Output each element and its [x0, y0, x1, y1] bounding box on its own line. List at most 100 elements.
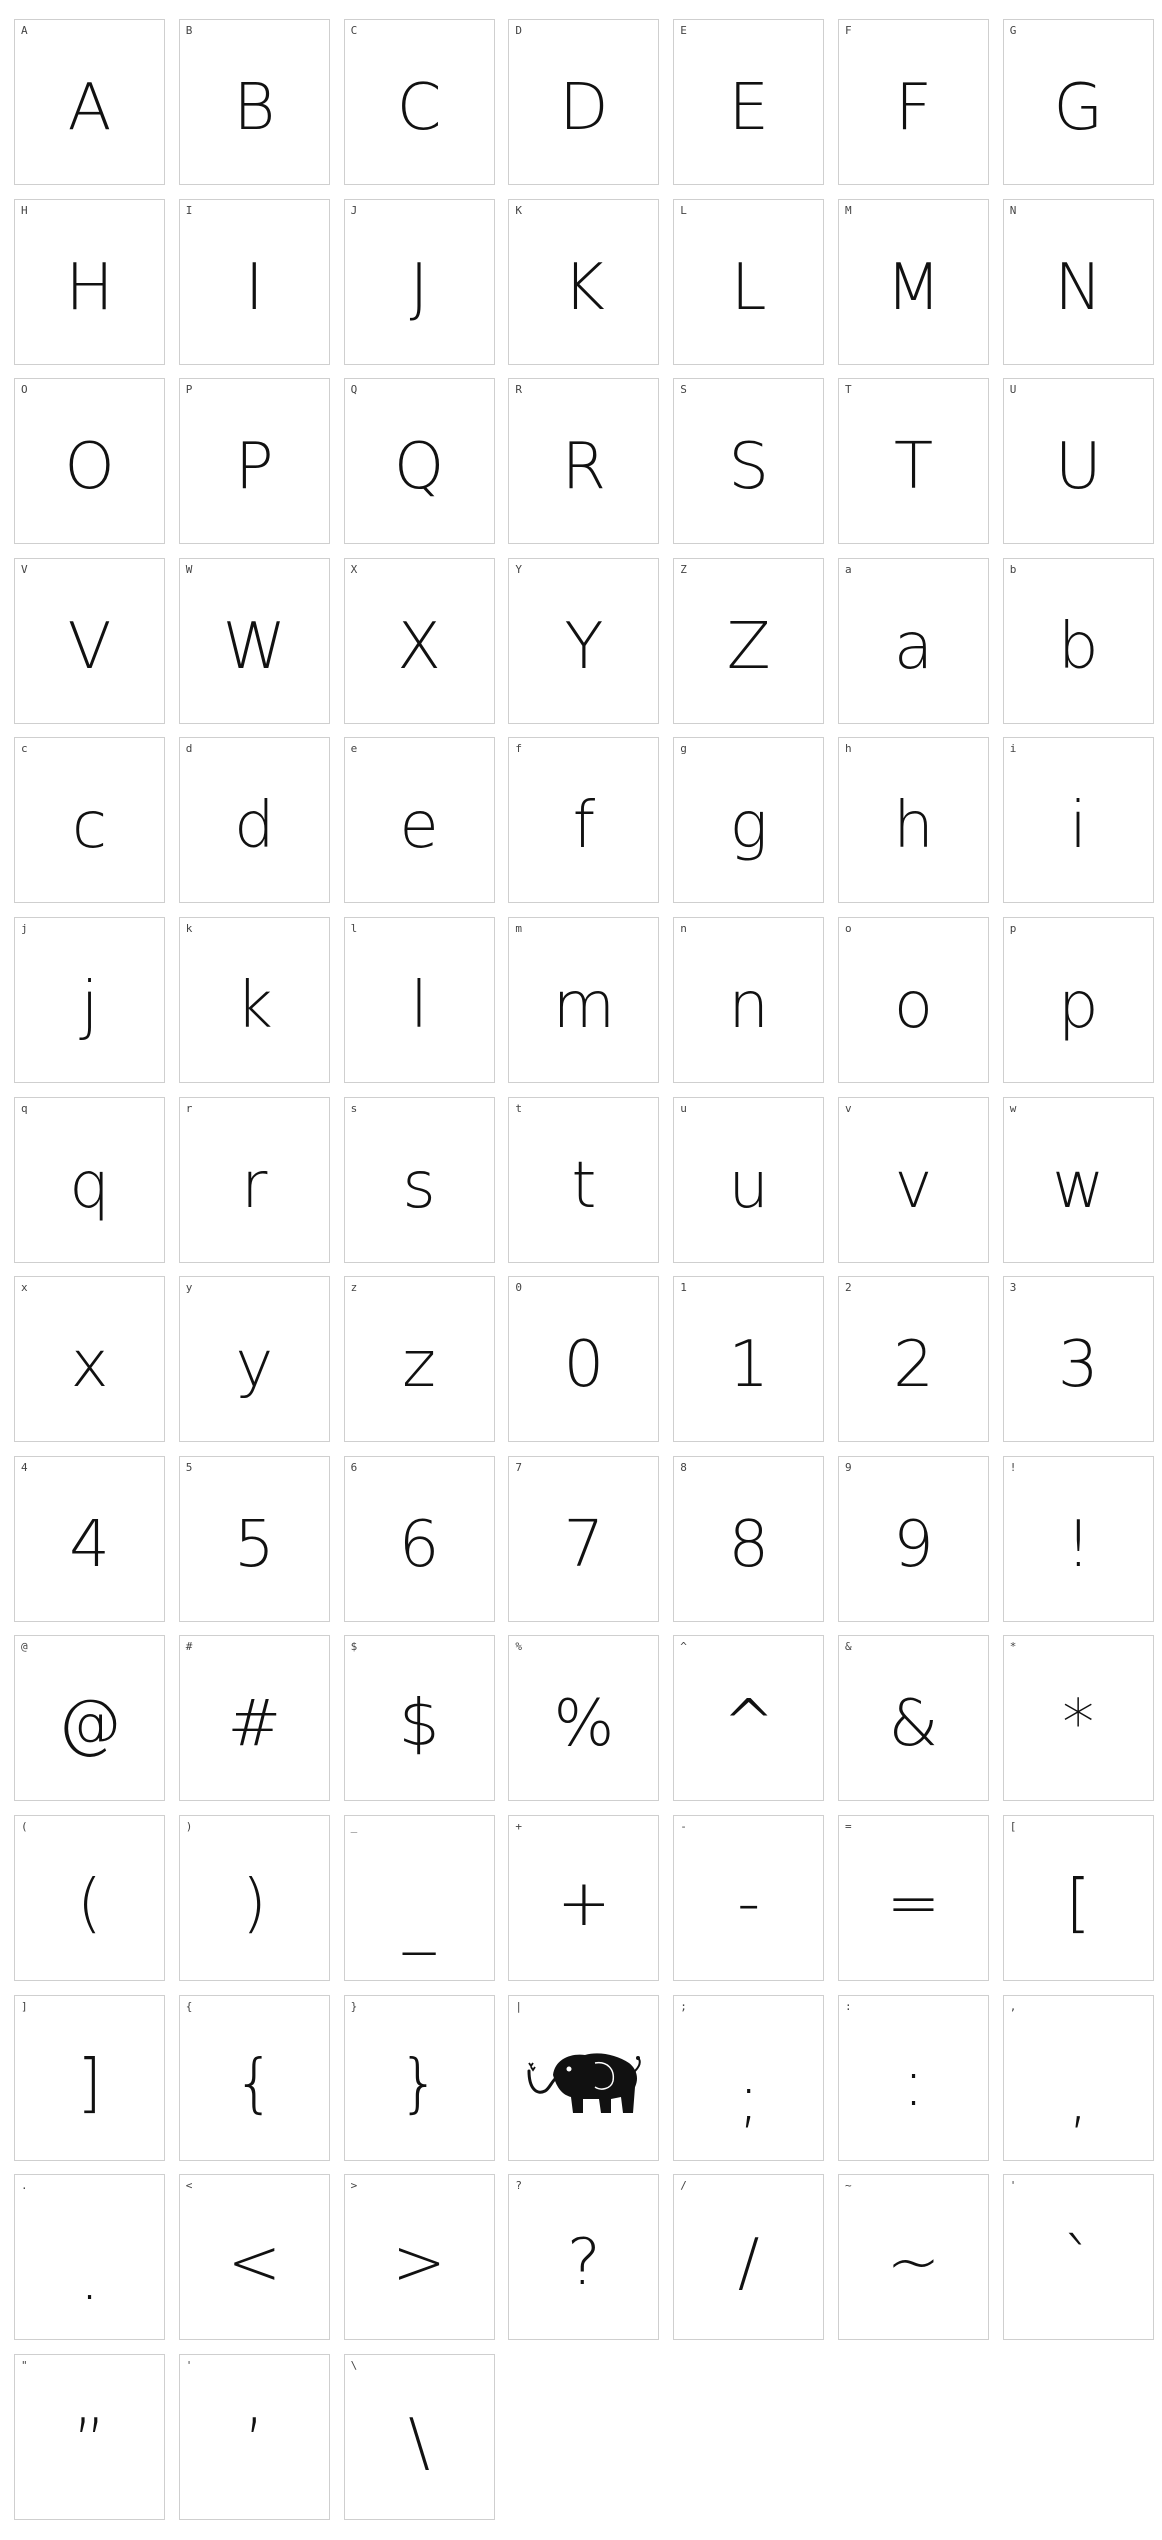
glyph-cell: ss — [343, 1096, 495, 1263]
glyph-cell: < < — [178, 2174, 330, 2341]
glyph-sample: 7 — [563, 1507, 605, 1582]
glyph-sample: . — [79, 2241, 100, 2316]
glyph-label: i — [1009, 742, 1017, 756]
glyph-cell: 77 — [508, 1455, 660, 1622]
glyph-cell: .. — [14, 2174, 165, 2341]
glyph-label: c — [21, 742, 28, 756]
glyph-cell: KK — [508, 198, 660, 365]
glyph-sample: , — [1068, 2061, 1089, 2136]
glyph-sample: d — [233, 789, 275, 864]
glyph-sample: E — [728, 71, 769, 145]
glyph-label: K — [515, 203, 523, 217]
glyph-sample: ! — [1065, 1507, 1092, 1582]
glyph-sample: o — [893, 968, 934, 1043]
glyph-label: , — [1009, 1999, 1017, 2013]
glyph-cell: uu — [673, 1096, 825, 1263]
glyph-cell: MM — [837, 198, 989, 365]
glyph-sample: Z — [726, 609, 771, 684]
glyph-label: l — [350, 921, 358, 935]
glyph-label: $ — [350, 1640, 358, 1654]
glyph-sample: ^ — [721, 1687, 776, 1762]
glyph-cell: II — [178, 198, 330, 365]
glyph-cell: '’ — [178, 2353, 330, 2520]
glyph-sample: N — [1054, 250, 1103, 325]
glyph-cell: ?? — [508, 2174, 660, 2341]
glyph-label: 0 — [515, 1281, 523, 1295]
glyph-sample: l — [410, 968, 428, 1043]
glyph-cell: "” — [14, 2353, 165, 2520]
glyph-sample: c — [71, 789, 108, 864]
glyph-sample: 8 — [728, 1507, 770, 1582]
glyph-sample: ” — [72, 2405, 107, 2480]
glyph-cell: jj — [14, 916, 165, 1083]
glyph-cell: cc — [14, 737, 165, 904]
glyph-cell: yy — [178, 1276, 330, 1443]
glyph-label: M — [844, 203, 852, 217]
glyph-sample: G — [1053, 71, 1104, 145]
glyph-cell: aa — [837, 557, 989, 724]
glyph-sample: t — [571, 1148, 597, 1223]
glyph-label: X — [350, 562, 358, 576]
elephant-icon — [509, 2018, 658, 2150]
glyph-sample: ? — [566, 2226, 601, 2301]
glyph-cell: | — [508, 1994, 660, 2161]
glyph-cell: BB — [178, 19, 330, 185]
glyph-label: ' — [1009, 2179, 1017, 2193]
glyph-sample: : — [902, 2046, 925, 2121]
glyph-sample: r — [241, 1148, 268, 1223]
glyph-cell: rr — [178, 1096, 330, 1263]
glyph-label: q — [21, 1101, 28, 1115]
glyph-sample: Q — [393, 430, 445, 505]
glyph-label: _ — [350, 1819, 358, 1833]
glyph-cell: & & — [837, 1635, 989, 1802]
glyph-label: - — [680, 1819, 687, 1833]
glyph-sample: ` — [1062, 2226, 1095, 2301]
glyph-label: ' — [185, 2358, 193, 2372]
glyph-sample: 5 — [233, 1507, 275, 1582]
glyph-label: Q — [350, 383, 358, 397]
glyph-cell: %% — [508, 1635, 660, 1802]
glyph-cell: 55 — [178, 1455, 330, 1622]
glyph-label: y — [185, 1281, 193, 1295]
glyph-label: ( — [21, 1819, 28, 1833]
glyph-sample: Y — [564, 609, 604, 684]
glyph-cell: gg — [673, 737, 825, 904]
glyph-label: ~ — [844, 2179, 852, 2193]
glyph-sample: 0 — [563, 1328, 605, 1403]
glyph-sample: ] — [77, 2046, 102, 2121]
glyph-sample: } — [398, 2046, 440, 2121]
glyph-sample: * — [1062, 1687, 1095, 1762]
glyph-label: 5 — [185, 1460, 193, 1474]
glyph-cell: ee — [343, 737, 495, 904]
glyph-cell: 22 — [837, 1276, 989, 1443]
glyph-sample: O — [64, 430, 115, 505]
glyph-label: A — [21, 24, 28, 37]
glyph-cell: ;; — [673, 1994, 825, 2161]
glyph-sample: A — [67, 71, 112, 145]
glyph-label: { — [185, 1999, 193, 2013]
glyph-sample: H — [65, 250, 114, 325]
glyph-label: D — [515, 24, 523, 37]
glyph-sample: [ — [1065, 1866, 1091, 1941]
glyph-label: # — [185, 1640, 193, 1654]
glyph-sample: S — [728, 430, 769, 505]
glyph-sample: ’ — [244, 2405, 265, 2480]
glyph-label: f — [515, 742, 523, 756]
glyph-cell: 66 — [343, 1455, 495, 1622]
glyph-label: N — [1009, 203, 1017, 217]
glyph-cell: 11 — [673, 1276, 825, 1443]
glyph-cell: XX — [343, 557, 495, 724]
glyph-label: W — [185, 562, 193, 576]
glyph-sample: \ — [408, 2405, 430, 2480]
glyph-label: v — [844, 1101, 852, 1115]
glyph-label: " — [21, 2358, 28, 2372]
glyph-cell: RR — [508, 378, 660, 545]
glyph-label: 3 — [1009, 1281, 1017, 1295]
glyph-cell: LL — [673, 198, 825, 365]
glyph-label: \ — [350, 2358, 358, 2372]
glyph-label: j — [21, 921, 28, 935]
glyph-label: C — [350, 24, 358, 37]
glyph-cell: JJ — [343, 198, 495, 365]
glyph-sample: ~ — [886, 2226, 941, 2301]
glyph-label: = — [844, 1819, 852, 1833]
